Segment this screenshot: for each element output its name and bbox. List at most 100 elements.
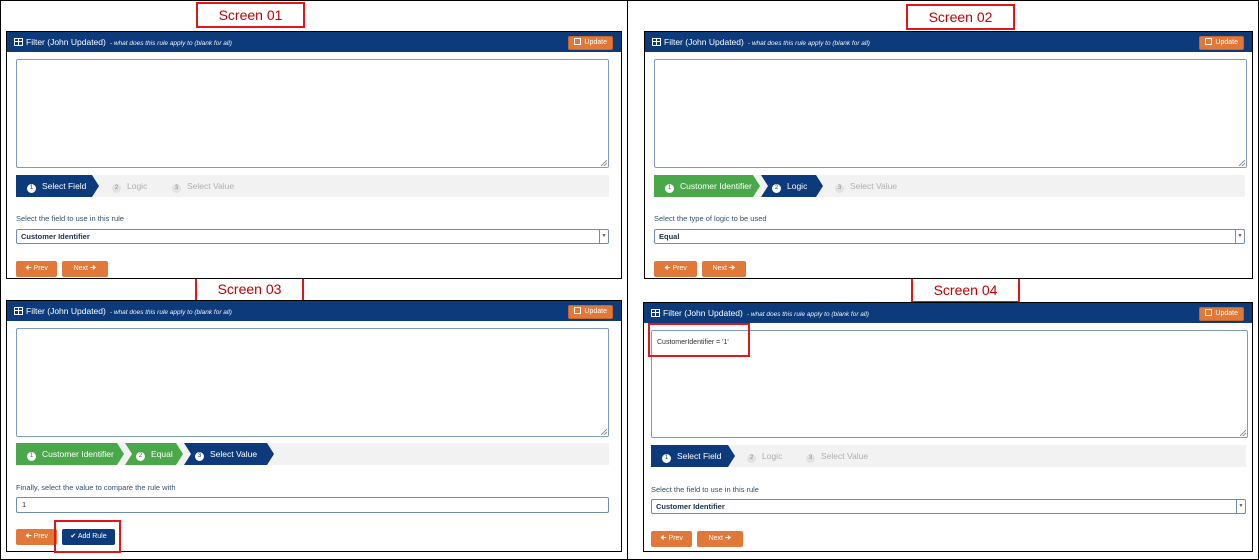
update-button[interactable]: Update (568, 305, 613, 319)
arrow-right-icon: 🠊 (724, 535, 732, 542)
step-number: 3 (806, 454, 815, 463)
step-label: Logic (127, 181, 148, 191)
field-select[interactable]: Customer Identifier ▼ (651, 499, 1246, 514)
logic-select[interactable]: Equal ▼ (654, 229, 1245, 244)
step-number: 3 (195, 452, 204, 461)
next-button[interactable]: Next 🠊 (697, 531, 743, 547)
step-label: Equal (151, 449, 173, 459)
next-label: Next (712, 265, 727, 272)
step-select-value[interactable]: 3 Select Value (795, 445, 881, 467)
step-wizard: 1 Select Field 2 Logic 3 Select Value (16, 175, 609, 197)
filter-panel-screen-2: Filter (John Updated) - what does this ru… (644, 31, 1253, 279)
prev-button[interactable]: 🠈 Prev (654, 261, 697, 277)
step-number: 1 (665, 184, 674, 193)
step-number: 1 (27, 184, 36, 193)
value-input[interactable]: 1 (16, 497, 609, 513)
arrow-left-icon: 🠈 (25, 533, 32, 540)
step-label: Select Value (210, 449, 258, 459)
filter-panel-screen-3: Filter (John Updated) - what does this ru… (6, 300, 622, 553)
step-select-value[interactable]: 3 Select Value (184, 443, 274, 465)
input-value: 1 (22, 500, 27, 509)
step-label: Select Value (187, 181, 235, 191)
step-number: 2 (112, 184, 121, 193)
save-icon (574, 38, 582, 45)
select-value: Equal (659, 232, 680, 241)
panel-title: Filter (John Updated) (664, 37, 744, 47)
next-label: Next (73, 265, 88, 272)
step-label: Logic (762, 451, 783, 461)
chevron-down-icon: ▼ (1235, 230, 1244, 243)
step-number: 2 (747, 454, 756, 463)
update-button[interactable]: Update (1199, 36, 1244, 50)
panel-header: Filter (John Updated) - what does this ru… (645, 32, 1252, 52)
rule-textarea[interactable] (16, 328, 609, 437)
step-wizard: 1 Customer Identifier 2 Logic 3 Select Valu… (654, 175, 1245, 197)
update-button[interactable]: Update (1199, 307, 1244, 321)
logic-prompt: Select the type of logic to be used (654, 214, 767, 223)
prev-label: Prev (672, 265, 687, 272)
step-customer-identifier[interactable]: 1 Customer Identifier (654, 175, 760, 197)
step-logic[interactable]: 2 Logic (761, 175, 823, 197)
prev-button[interactable]: 🠈 Prev (651, 531, 692, 547)
step-wizard: 1 Customer Identifier 2 Equal 3 Select Valu… (16, 443, 609, 465)
step-number: 2 (136, 452, 145, 461)
step-label: Customer Identifier (680, 181, 752, 191)
divider (627, 0, 628, 560)
step-select-value[interactable]: 3 Select Value (161, 175, 245, 197)
panel-hint: - what does this rule apply to (blank fo… (746, 311, 869, 318)
step-customer-identifier[interactable]: 1 Customer Identifier (16, 443, 124, 465)
step-number: 2 (772, 184, 781, 193)
step-number: 3 (172, 184, 181, 193)
panel-hint: - what does this rule apply to (blank fo… (109, 309, 232, 316)
step-select-field[interactable]: 1 Select Field (16, 175, 99, 197)
panel-hint: - what does this rule apply to (blank fo… (109, 40, 232, 47)
field-prompt: Select the field to use in this rule (16, 214, 124, 223)
save-icon (1205, 309, 1213, 316)
prev-label: Prev (33, 265, 48, 272)
panel-header: Filter (John Updated) - what does this ru… (7, 301, 621, 321)
next-label: Next (708, 535, 723, 542)
rule-textarea[interactable] (16, 59, 609, 168)
rule-textarea[interactable] (654, 59, 1247, 168)
screen-03-label: Screen 03 (195, 276, 304, 302)
arrow-left-icon: 🠈 (25, 265, 32, 272)
panel-title: Filter (John Updated) (663, 308, 743, 318)
field-select[interactable]: Customer Identifier ▼ (16, 229, 609, 244)
resize-handle[interactable] (601, 429, 607, 435)
field-prompt: Select the field to use in this rule (651, 485, 759, 494)
step-label: Select Field (42, 181, 87, 191)
prev-button[interactable]: 🠈 Prev (16, 261, 57, 277)
update-label: Update (1215, 39, 1238, 46)
resize-handle[interactable] (1239, 160, 1245, 166)
step-select-value[interactable]: 3 Select Value (824, 175, 910, 197)
update-label: Update (1215, 310, 1238, 317)
select-value: Customer Identifier (656, 502, 725, 511)
value-prompt: Finally, select the value to compare the… (16, 483, 176, 492)
add-rule-highlight (54, 520, 121, 553)
table-icon (14, 307, 23, 315)
step-wizard: 1 Select Field 2 Logic 3 Select Value (651, 445, 1246, 467)
arrow-left-icon: 🠈 (660, 535, 667, 542)
step-select-field[interactable]: 1 Select Field (651, 445, 735, 467)
update-label: Update (584, 308, 607, 315)
next-button[interactable]: Next 🠊 (702, 261, 746, 277)
panel-title: Filter (John Updated) (26, 306, 106, 316)
table-icon (14, 38, 23, 46)
select-value: Customer Identifier (21, 232, 90, 241)
resize-handle[interactable] (1240, 430, 1246, 436)
prev-button[interactable]: 🠈 Prev (16, 529, 57, 545)
resize-handle[interactable] (601, 160, 607, 166)
panel-header: Filter (John Updated) - what does this ru… (7, 32, 621, 52)
step-equal[interactable]: 2 Equal (125, 443, 183, 465)
screen-01-label: Screen 01 (196, 2, 305, 28)
arrow-right-icon: 🠊 (728, 265, 736, 272)
rule-text-highlight (648, 323, 750, 357)
step-label: Select Value (850, 181, 898, 191)
step-label: Customer Identifier (42, 449, 114, 459)
step-number: 1 (662, 454, 671, 463)
step-logic[interactable]: 2 Logic (736, 445, 794, 467)
save-icon (1205, 38, 1213, 45)
step-logic[interactable]: 2 Logic (101, 175, 159, 197)
next-button[interactable]: Next 🠊 (62, 261, 108, 277)
update-button[interactable]: Update (568, 36, 613, 50)
